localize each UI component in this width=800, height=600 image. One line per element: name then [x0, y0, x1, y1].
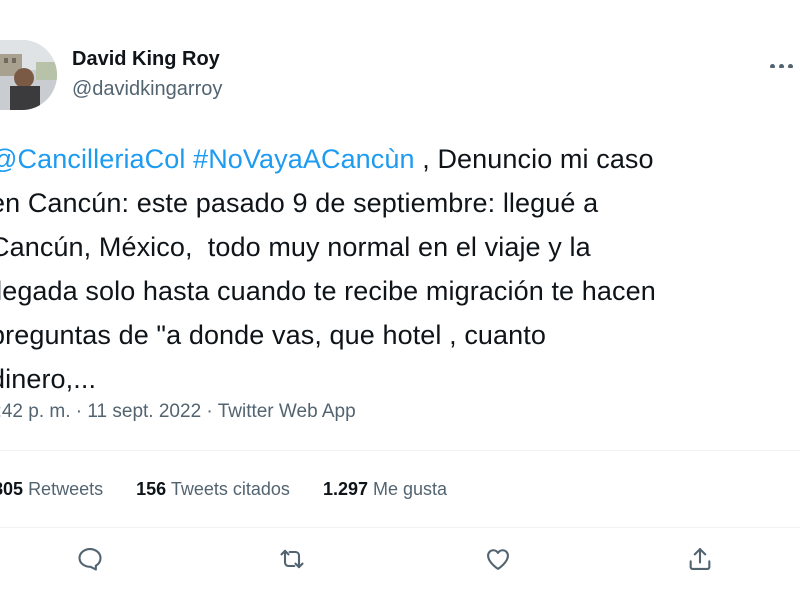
tweet-text-line: en Cancún: este pasado 9 de septiembre: …	[0, 188, 599, 218]
quotes-stat[interactable]: 156 Tweets citados	[136, 479, 290, 499]
retweets-count: 805	[0, 479, 24, 499]
tweet-text-line: preguntas de "a donde vas, que hotel , c…	[0, 320, 546, 350]
tweet-text-line: dinero,...	[0, 364, 97, 394]
tweet-text-line: Cancún, México, todo muy normal en el vi…	[0, 232, 591, 262]
reply-icon[interactable]	[76, 545, 108, 577]
tweet-time[interactable]: 3:42 p. m.	[0, 401, 71, 422]
quotes-label: Tweets citados	[170, 479, 290, 499]
likes-count: 1.297	[322, 479, 368, 499]
like-icon[interactable]	[484, 545, 516, 577]
tweet-text: @CancilleriaCol #NoVayaACancùn , Denunci…	[0, 137, 800, 401]
meta-separator: ·	[70, 401, 88, 422]
hashtag-link[interactable]: #NoVayaACancùn	[193, 144, 415, 174]
tweet-meta: 3:42 p. m. · 11 sept. 2022 · Twitter Web…	[0, 401, 356, 423]
retweet-icon[interactable]	[278, 545, 310, 577]
tweet-text-line: , Denuncio mi caso	[414, 144, 654, 174]
meta-separator: ·	[201, 401, 218, 422]
retweets-stat[interactable]: 805 Retweets	[0, 479, 103, 499]
quotes-count: 156	[136, 479, 167, 499]
share-icon[interactable]	[686, 545, 718, 577]
mention-link[interactable]: @CancilleriaCol	[0, 144, 185, 174]
likes-stat[interactable]: 1.297 Me gusta	[323, 479, 447, 499]
tweet-text-line: llegada solo hasta cuando te recibe migr…	[0, 276, 656, 306]
likes-label: Me gusta	[373, 479, 448, 499]
more-icon[interactable]	[770, 56, 800, 68]
avatar-image	[0, 40, 57, 110]
tweet-date[interactable]: 11 sept. 2022	[87, 401, 201, 422]
user-handle[interactable]: @davidkingarroy	[72, 78, 222, 101]
tweet-actions	[0, 545, 800, 581]
tweet-source[interactable]: Twitter Web App	[218, 401, 356, 422]
divider	[0, 450, 800, 451]
retweets-label: Retweets	[28, 479, 104, 499]
display-name[interactable]: David King Roy	[72, 48, 220, 71]
tweet-stats: 805 Retweets 156 Tweets citados 1.297 Me…	[0, 479, 475, 500]
avatar[interactable]	[0, 40, 57, 110]
divider	[0, 527, 800, 528]
